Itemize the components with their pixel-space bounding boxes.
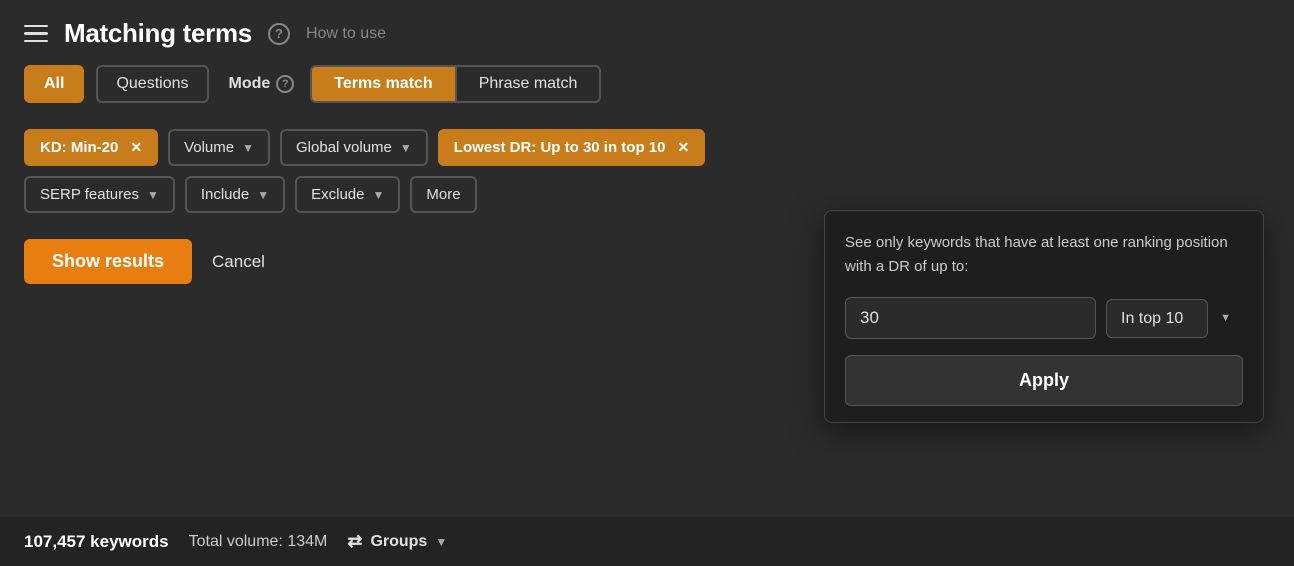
include-filter-chip[interactable]: Include ▼ [185,176,285,213]
popover-inputs: In top 1 In top 3 In top 5 In top 10 In … [845,297,1243,339]
exclude-chevron-icon: ▼ [372,188,384,202]
tab-all[interactable]: All [24,65,84,103]
apply-button[interactable]: Apply [845,355,1243,406]
exclude-filter-chip[interactable]: Exclude ▼ [295,176,400,213]
include-chevron-icon: ▼ [257,188,269,202]
kd-close-icon[interactable]: ✕ [130,139,142,156]
hamburger-menu[interactable] [24,25,48,43]
groups-chevron-icon: ▼ [435,535,447,549]
mode-phrase-match[interactable]: Phrase match [455,67,600,101]
tab-questions[interactable]: Questions [96,65,208,103]
kd-filter-chip[interactable]: KD: Min-20 ✕ [24,129,158,166]
how-to-use-link[interactable]: How to use [306,25,386,43]
mode-group: Terms match Phrase match [310,65,601,103]
keywords-count: 107,457 keywords [24,532,169,552]
groups-button[interactable]: ⇄ Groups ▼ [347,531,447,552]
serp-features-filter-chip[interactable]: SERP features ▼ [24,176,175,213]
header: Matching terms ? How to use [0,0,1294,65]
filters-row-1: KD: Min-20 ✕ Volume ▼ Global volume ▼ Lo… [0,119,1294,176]
more-filter-chip[interactable]: More [410,176,476,213]
cancel-button[interactable]: Cancel [212,252,265,272]
mode-label: Mode ? [229,75,295,93]
total-volume: Total volume: 134M [189,533,328,551]
volume-chevron-icon: ▼ [242,141,254,155]
global-volume-chevron-icon: ▼ [400,141,412,155]
dr-value-input[interactable] [845,297,1096,339]
lowest-dr-popover: See only keywords that have at least one… [824,210,1264,423]
show-results-button[interactable]: Show results [24,239,192,284]
groups-icon: ⇄ [347,531,362,552]
volume-filter-chip[interactable]: Volume ▼ [168,129,270,166]
in-top-select-wrapper: In top 1 In top 3 In top 5 In top 10 In … [1106,299,1243,338]
serp-features-chevron-icon: ▼ [147,188,159,202]
global-volume-filter-chip[interactable]: Global volume ▼ [280,129,428,166]
footer-bar: 107,457 keywords Total volume: 134M ⇄ Gr… [0,517,1294,566]
toolbar: All Questions Mode ? Terms match Phrase … [0,65,1294,119]
mode-help-icon[interactable]: ? [276,75,294,93]
lowest-dr-filter-chip[interactable]: Lowest DR: Up to 30 in top 10 ✕ [438,129,705,166]
help-icon[interactable]: ? [268,23,290,45]
popover-description: See only keywords that have at least one… [845,231,1243,279]
page-title: Matching terms [64,18,252,49]
lowest-dr-close-icon[interactable]: ✕ [677,139,689,156]
mode-terms-match[interactable]: Terms match [312,67,454,101]
in-top-select[interactable]: In top 1 In top 3 In top 5 In top 10 In … [1106,299,1208,338]
